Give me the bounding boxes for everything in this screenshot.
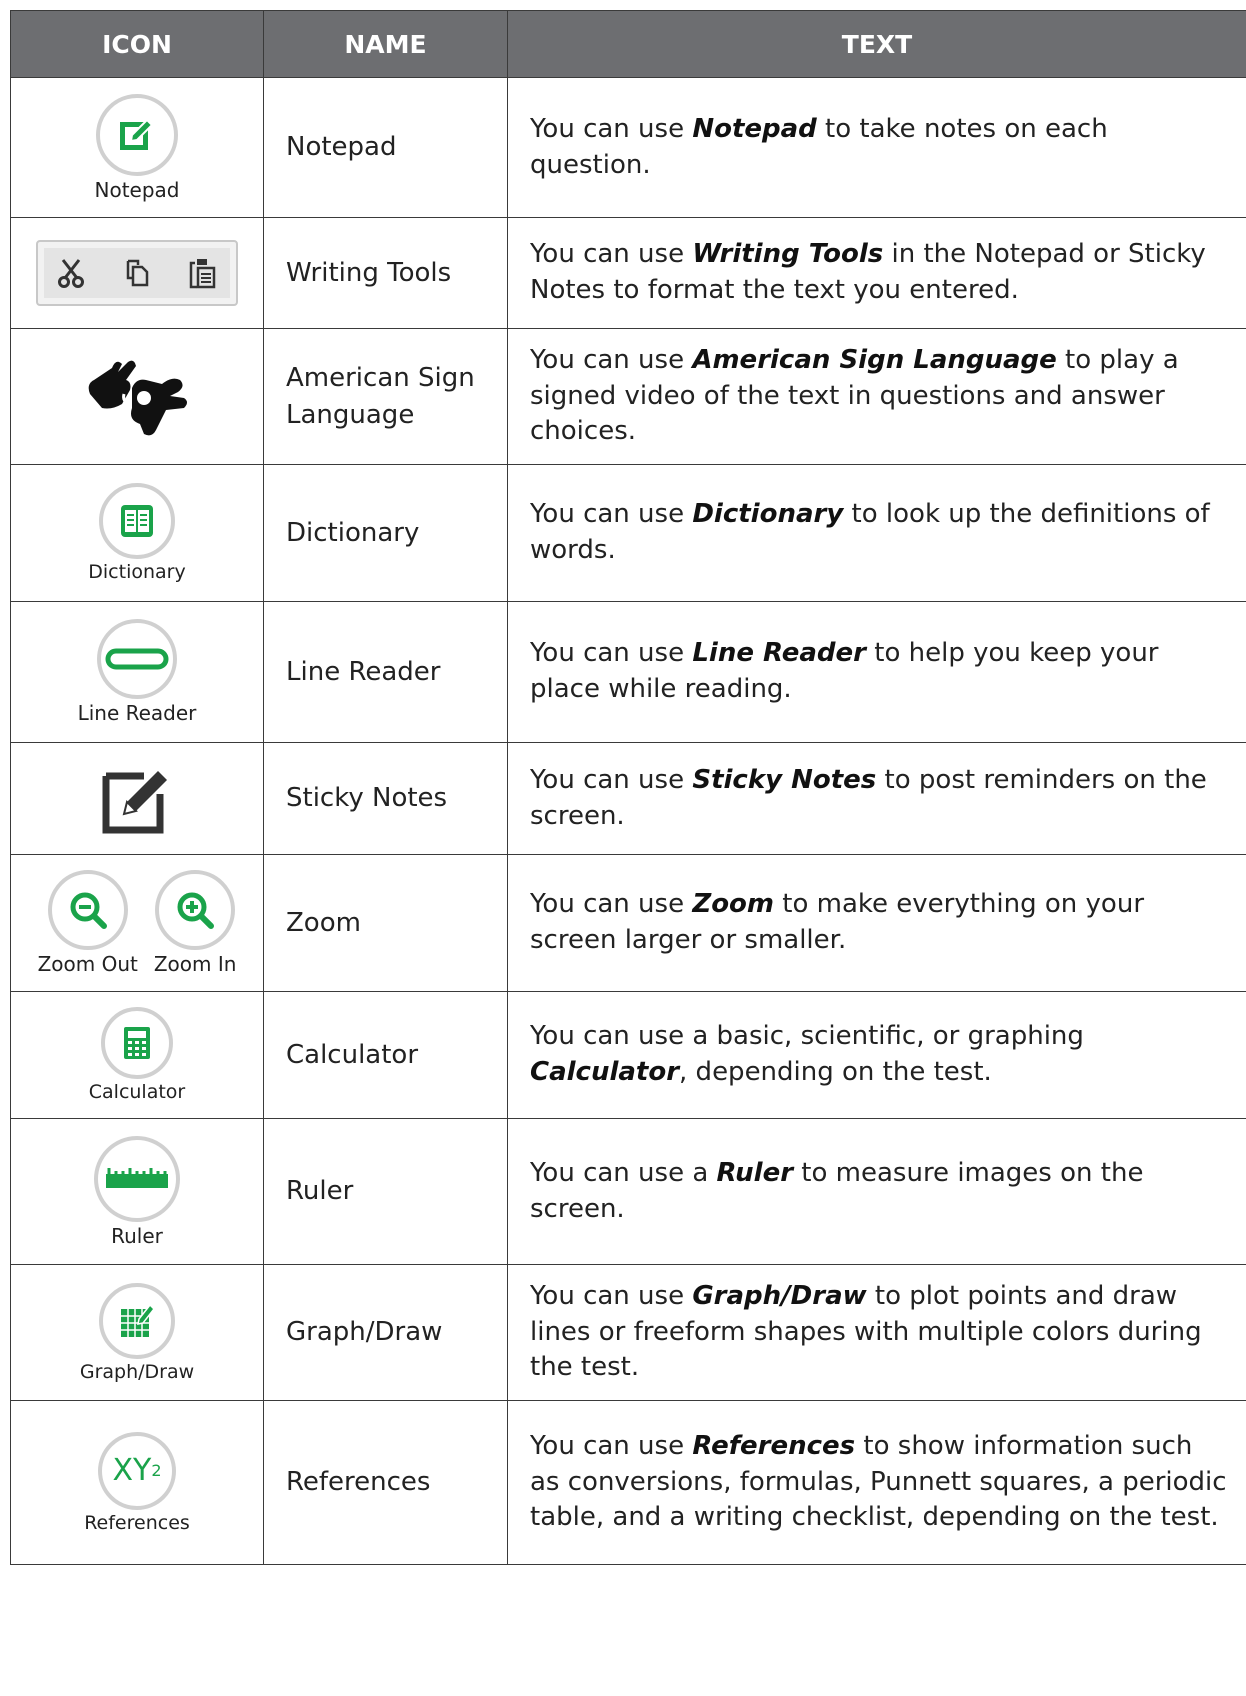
paste-icon [189, 259, 215, 289]
scissors-icon [58, 259, 85, 288]
tool-name: Line Reader [263, 601, 508, 743]
tool-name: Ruler [263, 1118, 508, 1265]
icon-cell: Notepad [10, 77, 264, 218]
tool-name: References [263, 1400, 508, 1565]
icon-caption: Notepad [94, 177, 180, 202]
table-row: Sticky Notes You can use Sticky Notes to… [10, 742, 1246, 855]
zoom-out-caption: Zoom Out [37, 952, 138, 976]
table-row: American Sign Language You can use Ameri… [10, 328, 1246, 465]
table-row: Calculator Calculator You can use a basi… [10, 991, 1246, 1119]
icon-caption: Ruler [111, 1223, 163, 1248]
tool-description: You can use Line Reader to help you keep… [507, 601, 1246, 743]
tool-description: You can use a Ruler to measure images on… [507, 1118, 1246, 1265]
tool-name: American Sign Language [263, 328, 508, 465]
icon-caption: Calculator [88, 1081, 186, 1103]
ruler-icon[interactable] [94, 1135, 180, 1222]
icon-cell: Dictionary [10, 464, 264, 602]
icon-cell [10, 328, 264, 465]
icon-caption: Line Reader [77, 701, 197, 725]
tool-description: You can use Writing Tools in the Notepad… [507, 217, 1246, 329]
tool-name: Writing Tools [263, 217, 508, 329]
table-row: XY 2 References References You can use Re… [10, 1400, 1246, 1565]
tool-name: Sticky Notes [263, 742, 508, 855]
icon-cell [10, 217, 264, 329]
icon-cell: Graph/Draw [10, 1264, 264, 1401]
table-row: Notepad Notepad You can use Notepad to t… [10, 77, 1246, 218]
zoom-icons: Zoom Out Zoom In [37, 870, 237, 976]
references-icon-sup: 2 [151, 1461, 162, 1480]
line-reader-icon[interactable] [97, 619, 177, 699]
header-row: ICON NAME TEXT [10, 10, 1246, 78]
icon-cell: Line Reader [10, 601, 264, 743]
tool-name: Graph/Draw [263, 1264, 508, 1401]
icon-cell [10, 742, 264, 855]
icon-cell: Zoom Out Zoom In [10, 854, 264, 992]
icon-caption: Dictionary [88, 561, 186, 583]
icon-cell: Ruler [10, 1118, 264, 1265]
table-row: Graph/Draw Graph/Draw You can use Graph/… [10, 1264, 1246, 1401]
table-row: Line Reader Line Reader You can use Line… [10, 601, 1246, 743]
header-icon: ICON [10, 10, 264, 78]
zoom-in-caption: Zoom In [153, 952, 237, 976]
tool-description: You can use References to show informati… [507, 1400, 1246, 1565]
tool-name: Notepad [263, 77, 508, 218]
notepad-icon[interactable] [96, 93, 178, 176]
tool-description: You can use Dictionary to look up the de… [507, 464, 1246, 602]
zoom-out-icon[interactable] [47, 870, 128, 950]
tool-description: You can use Sticky Notes to post reminde… [507, 742, 1246, 855]
icon-caption: Graph/Draw [79, 1360, 195, 1383]
tool-description: You can use a basic, scientific, or grap… [507, 991, 1246, 1119]
references-icon-text: XY [112, 1453, 152, 1488]
writing-tools-icon[interactable] [36, 240, 238, 306]
table-row: Ruler Ruler You can use a Ruler to measu… [10, 1118, 1246, 1265]
icon-cell: Calculator [10, 991, 264, 1119]
references-xy-icon[interactable]: XY 2 [98, 1431, 176, 1510]
table-row: Writing Tools You can use Writing Tools … [10, 217, 1246, 329]
asl-hands-icon[interactable] [82, 354, 192, 440]
tool-description: You can use American Sign Language to pl… [507, 328, 1246, 465]
tool-description: You can use Zoom to make everything on y… [507, 854, 1246, 992]
calculator-icon[interactable] [101, 1007, 173, 1079]
sticky-note-pencil-icon[interactable] [102, 764, 172, 834]
tool-name: Zoom [263, 854, 508, 992]
table-row: Zoom Out Zoom In Zoom You can use Zoom t… [10, 854, 1246, 992]
table-row: Dictionary Dictionary You can use Dictio… [10, 464, 1246, 602]
icon-cell: XY 2 References [10, 1400, 264, 1565]
copy-icon [126, 259, 149, 287]
zoom-in-icon[interactable] [155, 870, 236, 950]
header-name: NAME [263, 10, 508, 78]
tools-table: ICON NAME TEXT Notepad Notepad You can u… [10, 10, 1246, 1565]
graph-draw-icon[interactable] [99, 1282, 175, 1359]
icon-caption: References [84, 1511, 190, 1534]
tool-name: Dictionary [263, 464, 508, 602]
tool-name: Calculator [263, 991, 508, 1119]
tool-description: You can use Notepad to take notes on eac… [507, 77, 1246, 218]
tool-description: You can use Graph/Draw to plot points an… [507, 1264, 1246, 1401]
header-text: TEXT [507, 10, 1246, 78]
dictionary-book-icon[interactable] [99, 483, 175, 559]
